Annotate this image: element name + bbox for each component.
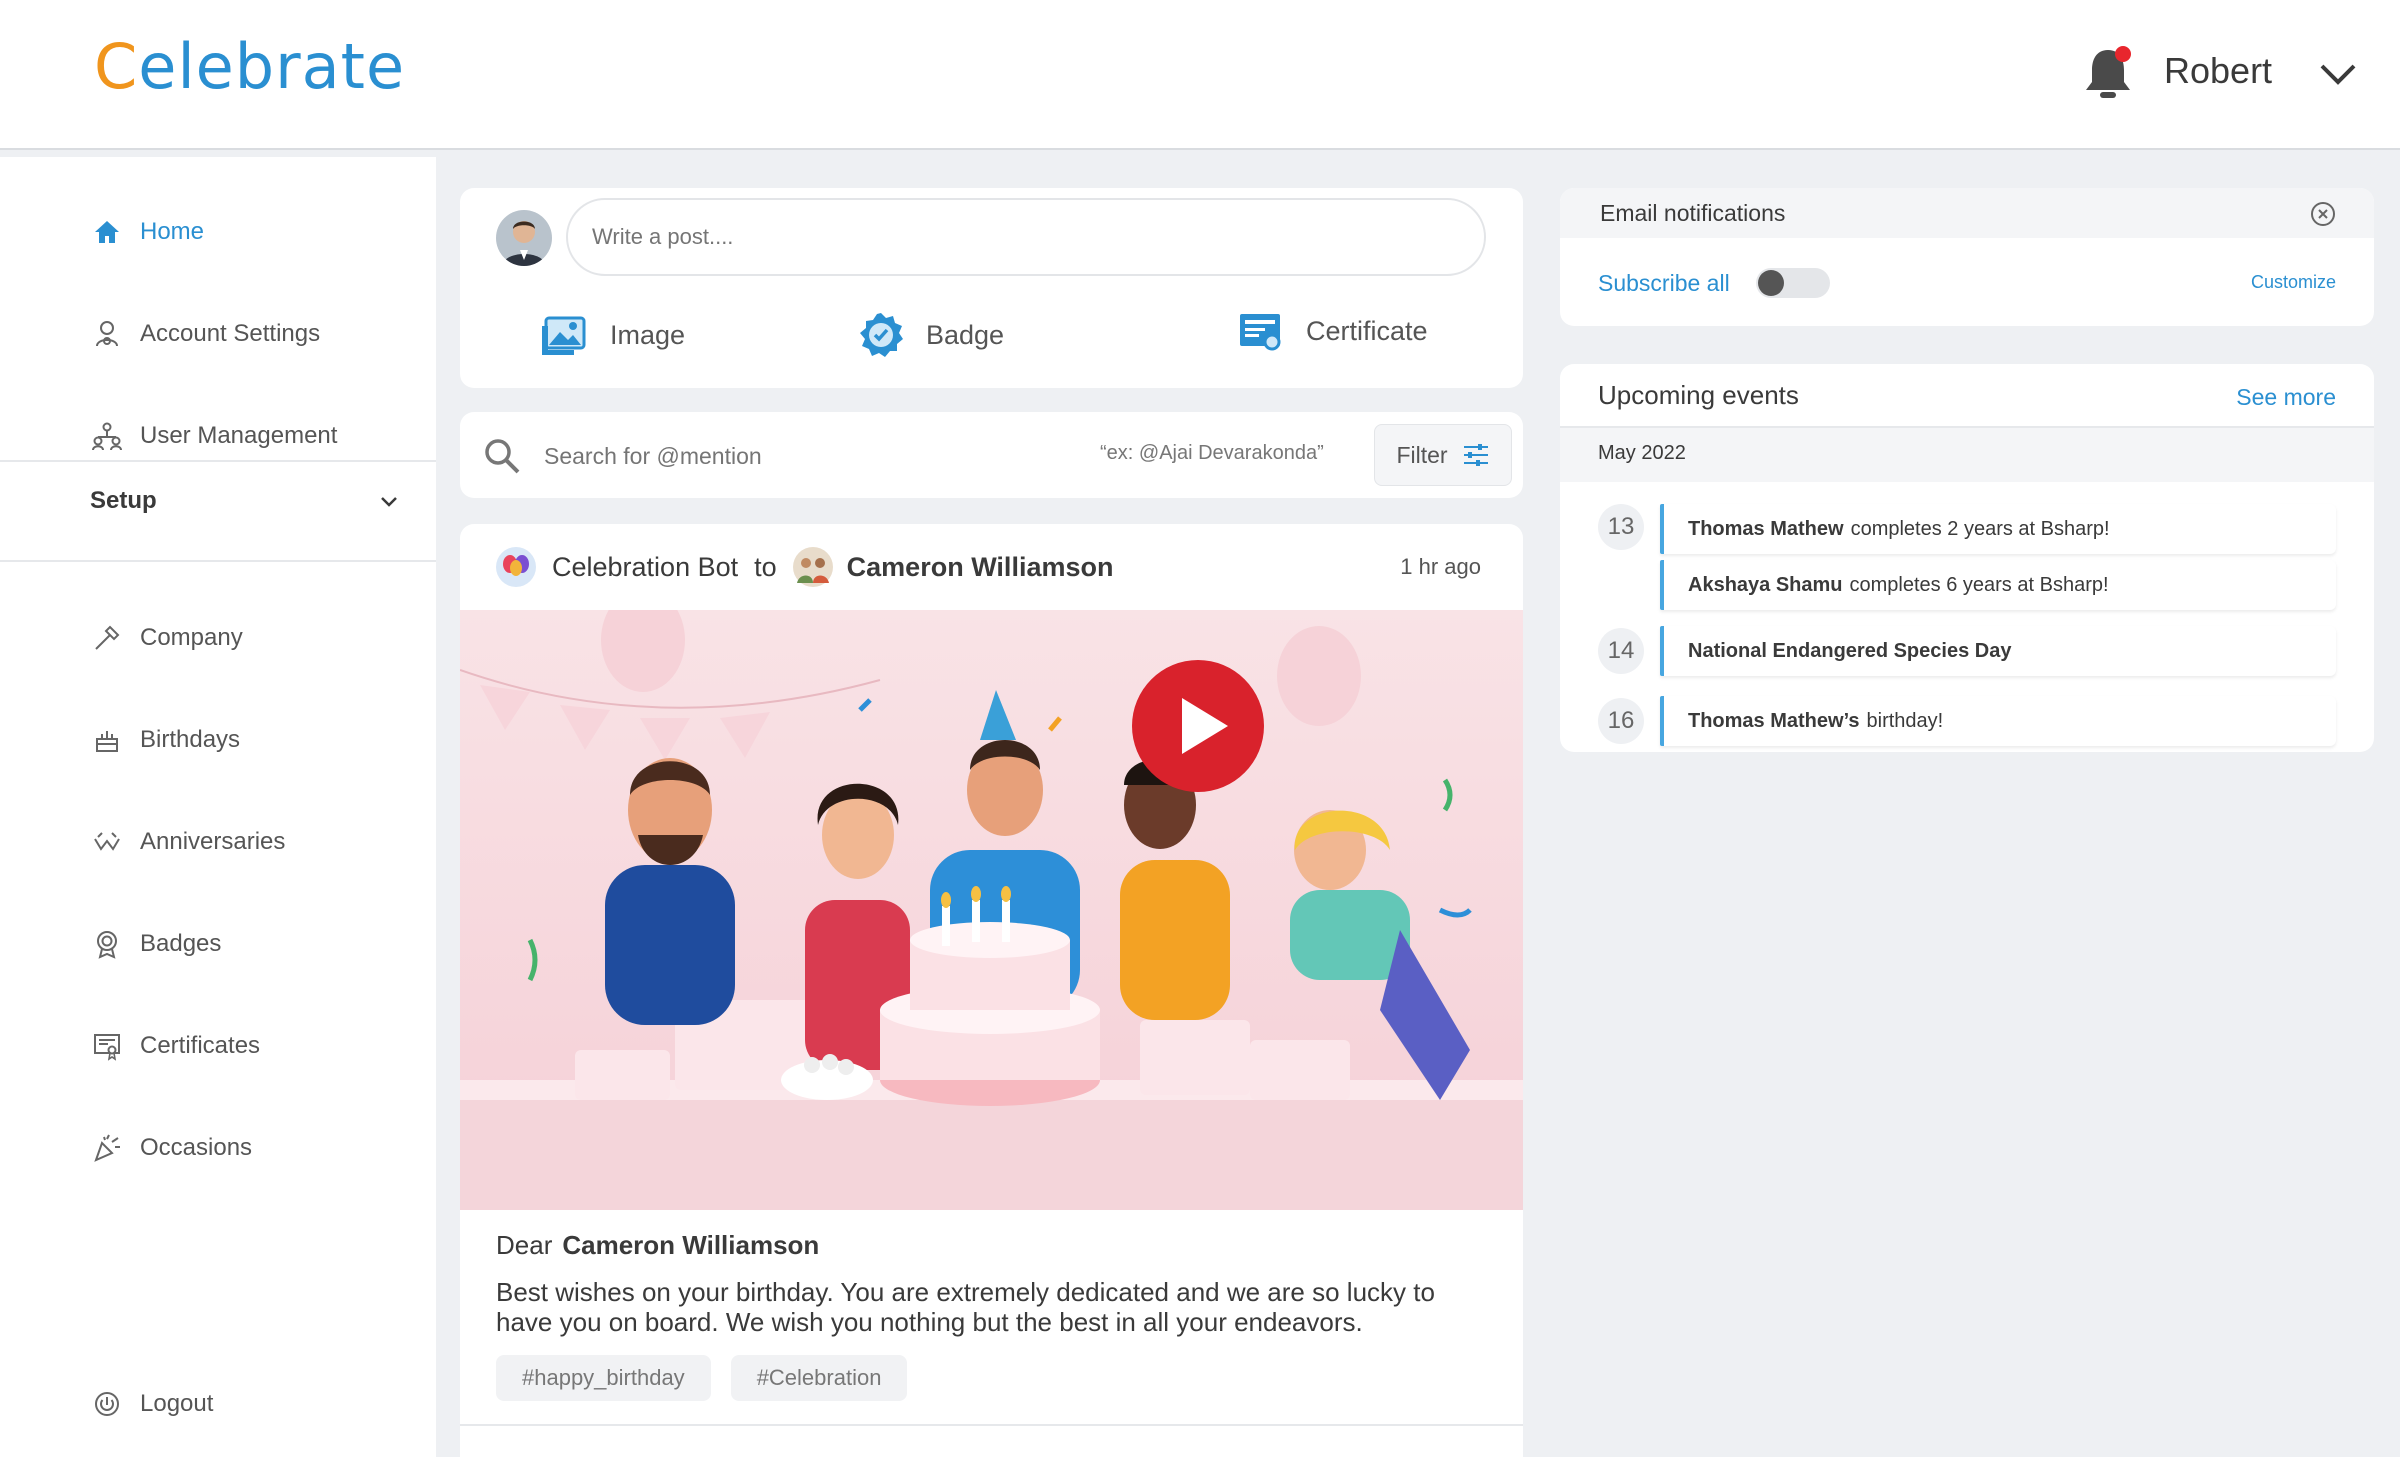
sidebar-item-birthdays[interactable]: Birthdays — [92, 715, 240, 765]
feed-post: Celebration Bot to Cameron Williamson 1 … — [460, 524, 1523, 1457]
email-notifications-header: Email notifications — [1560, 188, 2374, 238]
sidebar-item-anniversaries[interactable]: Anniversaries — [92, 817, 285, 867]
search-hint: “ex: @Ajai Devarakonda” — [1100, 442, 1324, 464]
current-user-avatar — [496, 210, 552, 266]
notification-bell-icon[interactable] — [2080, 44, 2136, 104]
event-item[interactable]: Thomas Mathew completes 2 years at Bsharp… — [1660, 504, 2336, 554]
write-post-input[interactable] — [566, 198, 1486, 276]
event-item[interactable]: Akshaya Shamu completes 6 years at Bsharp… — [1660, 560, 2336, 610]
balloons-avatar-icon — [496, 547, 536, 587]
recipient-avatar — [792, 547, 833, 587]
celebration-illustration — [460, 610, 1523, 1210]
sidebar-item-account-settings[interactable]: Account Settings — [92, 309, 320, 359]
sidebar: Home Account Settings User Management Se… — [0, 157, 436, 1457]
events-month: May 2022 — [1560, 428, 2374, 482]
search-icon — [485, 439, 520, 474]
user-menu-chevron-icon[interactable] — [2318, 54, 2358, 94]
celebration-video[interactable] — [460, 610, 1523, 1210]
account-settings-icon — [96, 321, 118, 347]
sidebar-item-certificates[interactable]: Certificates — [92, 1021, 260, 1071]
post-message: Best wishes on your birthday. You are ex… — [496, 1277, 1435, 1337]
hashtag[interactable]: #Celebration — [730, 1355, 908, 1401]
subscribe-all-toggle[interactable] — [1756, 268, 1830, 298]
certificate-icon — [94, 1034, 120, 1061]
mention-search-bar: “ex: @Ajai Devarakonda” Filter — [460, 412, 1523, 498]
event-day-badge: 16 — [1598, 698, 1644, 744]
chevron-down-icon — [381, 497, 397, 507]
party-popper-icon — [94, 1134, 120, 1162]
sidebar-item-home[interactable]: Home — [92, 207, 204, 257]
post-greeting: Dear Cameron Williamson — [496, 1230, 820, 1260]
subscribe-all-label[interactable]: Subscribe all — [1598, 270, 1730, 297]
play-video-icon[interactable] — [1132, 660, 1264, 792]
certificate-icon — [1240, 314, 1281, 351]
add-image-button[interactable]: Image — [540, 310, 685, 360]
sliders-icon — [1463, 444, 1488, 466]
top-header: Celebrate Robert — [0, 0, 2400, 150]
sidebar-item-logout[interactable]: Logout — [92, 1379, 213, 1429]
post-footer-divider — [460, 1424, 1523, 1426]
upcoming-events-card: Upcoming events See more May 2022 13 Tho… — [1560, 364, 2374, 752]
image-icon — [542, 316, 586, 355]
post-composer: Image Badge Certificate — [460, 188, 1523, 388]
customize-link[interactable]: Customize — [2251, 272, 2336, 293]
home-icon — [95, 221, 119, 243]
anniversary-icon — [94, 832, 120, 851]
add-badge-button[interactable]: Badge — [856, 310, 1004, 360]
toggle-knob — [1758, 270, 1784, 296]
user-name[interactable]: Robert — [2164, 50, 2272, 92]
close-icon[interactable] — [2310, 201, 2336, 227]
sidebar-divider — [0, 560, 436, 562]
event-day-badge: 14 — [1598, 628, 1644, 674]
event-day-badge: 13 — [1598, 504, 1644, 550]
event-item[interactable]: Thomas Mathew’s birthday! — [1660, 696, 2336, 746]
post-header: Celebration Bot to Cameron Williamson — [460, 524, 1523, 610]
user-management-icon — [92, 422, 122, 451]
sidebar-item-company[interactable]: Company — [92, 613, 243, 663]
upcoming-events-title: Upcoming events — [1598, 380, 1799, 410]
hashtag[interactable]: #happy_birthday — [496, 1355, 711, 1401]
badge-icon — [97, 931, 117, 959]
post-timestamp: 1 hr ago — [1400, 554, 1481, 579]
mention-search-input[interactable] — [544, 434, 944, 478]
add-certificate-button[interactable]: Certificate — [1236, 306, 1428, 356]
sidebar-item-occasions[interactable]: Occasions — [92, 1123, 252, 1173]
sidebar-item-badges[interactable]: Badges — [92, 919, 221, 969]
badge-check-icon — [860, 313, 903, 357]
event-item[interactable]: National Endangered Species Day — [1660, 626, 2336, 676]
sidebar-divider — [0, 460, 436, 462]
post-body: Dear Cameron Williamson Best wishes on yo… — [496, 1230, 1496, 1401]
logout-icon — [95, 1392, 119, 1416]
birthday-cake-icon — [96, 731, 118, 752]
see-more-link[interactable]: See more — [2236, 384, 2336, 411]
post-tags: #happy_birthday #Celebration — [496, 1355, 1496, 1401]
app-logo[interactable]: Celebrate — [94, 30, 405, 103]
filter-button[interactable]: Filter — [1374, 424, 1512, 486]
email-notifications-card: Email notifications Subscribe all Custom… — [1560, 188, 2374, 326]
sidebar-setup-toggle[interactable]: Setup — [90, 487, 400, 515]
company-icon — [95, 625, 120, 650]
sidebar-item-user-management[interactable]: User Management — [92, 411, 337, 461]
